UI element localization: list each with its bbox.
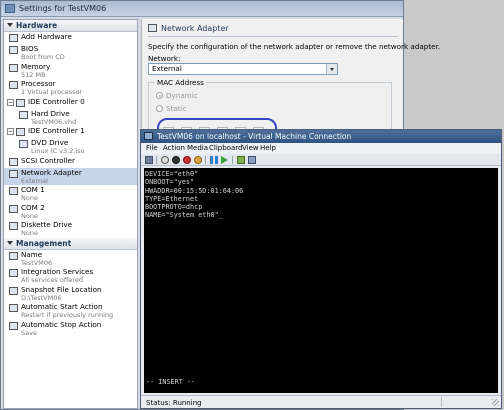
vm-status-text: Status: Running	[146, 399, 202, 407]
tree-item-memory[interactable]: Memory 512 MB	[4, 62, 137, 80]
tree-item-auto-stop[interactable]: Automatic Stop Action Save	[4, 320, 137, 338]
radio-unselected-icon	[156, 105, 163, 112]
revert-icon[interactable]	[248, 156, 256, 164]
auto-start-icon	[9, 304, 18, 312]
settings-window-title: Settings for TestVM06	[19, 4, 107, 13]
vm-connection-window: TestVM06 on localhost - Virtual Machine …	[140, 129, 502, 409]
vm-connection-icon	[144, 132, 153, 140]
tree-item-ide-controller-1[interactable]: − IDE Controller 1	[4, 126, 137, 138]
add-hardware-icon	[9, 34, 18, 42]
tree-item-processor[interactable]: Processor 1 Virtual processor	[4, 79, 137, 97]
collapse-triangle-icon	[7, 23, 13, 27]
settings-tree: Hardware Add Hardware BIOS Boot from CD …	[3, 19, 138, 409]
dvd-drive-icon	[19, 140, 28, 148]
network-label: Network:	[148, 54, 181, 63]
app-icon	[5, 4, 15, 13]
vm-toolbar	[141, 154, 501, 166]
pause-icon[interactable]	[210, 156, 218, 164]
menu-file[interactable]: File	[146, 144, 158, 152]
com-port-icon	[9, 204, 18, 213]
collapse-icon[interactable]: −	[7, 128, 14, 135]
dynamic-radio[interactable]: Dynamic	[156, 91, 198, 100]
hard-drive-icon	[19, 110, 28, 119]
snapshot-icon	[9, 286, 18, 295]
resize-grip-icon[interactable]	[492, 399, 499, 406]
status-separator	[441, 397, 442, 407]
divider	[148, 36, 398, 37]
tree-item-auto-start[interactable]: Automatic Start Action Restart if previo…	[4, 302, 137, 320]
management-section-header[interactable]: Management	[4, 237, 137, 250]
menu-view[interactable]: View	[242, 144, 259, 152]
tree-item-com-1[interactable]: COM 1 None	[4, 185, 137, 203]
resume-icon[interactable]	[221, 156, 228, 164]
menu-action[interactable]: Action	[163, 144, 185, 152]
collapse-icon[interactable]: −	[7, 98, 14, 106]
toolbar-separator	[156, 156, 157, 164]
tree-item-dvd-drive[interactable]: DVD Drive Linux IC v3.2.iso	[4, 138, 137, 156]
vm-titlebar[interactable]: TestVM06 on localhost - Virtual Machine …	[141, 130, 501, 143]
tree-item-hard-drive[interactable]: Hard Drive TestVM06.vhd	[4, 109, 137, 127]
tree-item-scsi-controller[interactable]: SCSI Controller	[4, 156, 137, 168]
turn-off-icon[interactable]	[172, 156, 180, 164]
tree-item-integration-services[interactable]: Integration Services All services offere…	[4, 267, 137, 285]
console-text: DEVICE="eth0" ONBOOT="yes" HWADDR=00:15:…	[145, 170, 244, 220]
tree-item-ide-controller-0[interactable]: − IDE Controller 0	[4, 97, 137, 109]
snapshot-icon[interactable]	[237, 156, 245, 164]
radio-selected-icon	[156, 92, 163, 99]
insert-mode-indicator: -- INSERT --	[146, 378, 196, 386]
settings-titlebar[interactable]: Settings for TestVM06	[1, 1, 403, 17]
panel-heading: Network Adapter	[148, 24, 229, 33]
menu-help[interactable]: Help	[260, 144, 276, 152]
hardware-section-header[interactable]: Hardware	[4, 20, 137, 32]
tree-item-add-hardware[interactable]: Add Hardware	[4, 32, 137, 44]
tree-item-bios[interactable]: BIOS Boot from CD	[4, 44, 137, 62]
tree-item-name[interactable]: Name TestVM06	[4, 250, 137, 268]
name-icon	[9, 251, 18, 260]
tree-item-diskette-drive[interactable]: Diskette Drive None	[4, 220, 137, 238]
shut-down-icon[interactable]	[183, 156, 191, 164]
diskette-icon	[9, 222, 18, 230]
processor-icon	[9, 81, 18, 89]
tree-item-network-adapter[interactable]: Network Adapter External	[4, 167, 137, 185]
network-dropdown[interactable]: External	[148, 63, 338, 75]
ide-controller-icon	[16, 128, 25, 136]
network-adapter-icon	[9, 169, 18, 178]
network-adapter-icon	[148, 24, 157, 32]
com-port-icon	[9, 187, 18, 195]
ide-controller-icon	[16, 98, 25, 107]
static-radio[interactable]: Static	[156, 104, 187, 113]
tree-item-snapshot-location[interactable]: Snapshot File Location D:\TestVM06	[4, 285, 137, 303]
tree-item-com-2[interactable]: COM 2 None	[4, 203, 137, 221]
vm-statusbar: Status: Running	[141, 395, 501, 408]
mac-address-label: MAC Address	[155, 78, 206, 87]
menu-clipboard[interactable]: Clipboard	[209, 144, 242, 152]
panel-description: Specify the configuration of the network…	[148, 42, 441, 51]
ctrl-alt-del-icon[interactable]	[145, 156, 153, 164]
chevron-down-icon[interactable]	[326, 64, 337, 74]
scsi-controller-icon	[9, 157, 18, 166]
vm-console-screen[interactable]: DEVICE="eth0" ONBOOT="yes" HWADDR=00:15:…	[144, 168, 498, 393]
collapse-triangle-icon	[7, 240, 13, 245]
toolbar-separator	[232, 156, 233, 164]
save-state-icon[interactable]	[194, 156, 202, 164]
memory-icon	[9, 63, 18, 72]
bios-icon	[9, 46, 18, 54]
integration-services-icon	[9, 269, 18, 277]
vm-menubar: File Action Media Clipboard View Help	[141, 143, 501, 154]
start-icon[interactable]	[161, 156, 169, 164]
auto-stop-icon	[9, 321, 18, 330]
toolbar-separator	[205, 156, 206, 164]
vm-window-title: TestVM06 on localhost - Virtual Machine …	[157, 132, 352, 141]
menu-media[interactable]: Media	[187, 144, 208, 152]
